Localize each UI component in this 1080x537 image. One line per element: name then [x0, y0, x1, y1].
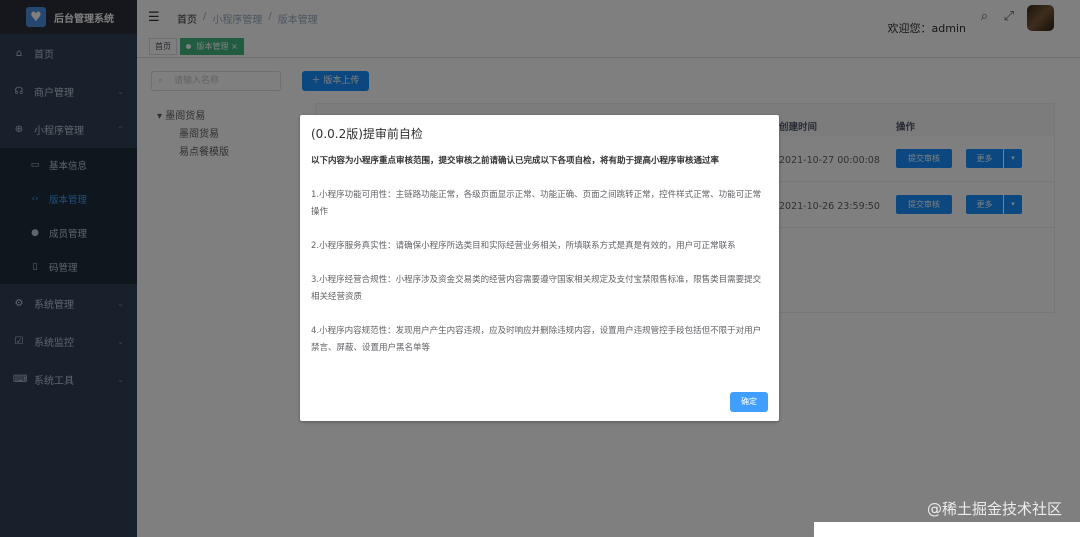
dialog-intro: 以下内容为小程序重点审核范围，提交审核之前请确认已完成以下各项自检，将有助于提高…: [311, 156, 720, 166]
check-item: 2.小程序服务真实性：请确保小程序所选类目和实际经营业务相关，所填联系方式是真是…: [311, 241, 736, 251]
precheck-dialog: (0.0.2版)提审前自检 以下内容为小程序重点审核范围，提交审核之前请确认已完…: [300, 115, 779, 421]
check-item: 1.小程序功能可用性：主链路功能正常，各级页面显示正常、功能正确、页面之间跳转正…: [311, 190, 762, 217]
check-item: 4.小程序内容规范性：发现用户产生内容违规，应及时响应并删除违规内容，设置用户违…: [311, 326, 762, 353]
confirm-button[interactable]: 确定: [730, 392, 768, 412]
page-bottom-strip: [814, 522, 1080, 537]
watermark: @稀土掘金技术社区: [926, 500, 1062, 518]
check-item: 3.小程序经营合规性：小程序涉及资金交易类的经营内容需要遵守国家相关规定及支付宝…: [311, 275, 762, 302]
dialog-body: 以下内容为小程序重点审核范围，提交审核之前请确认已完成以下各项自检，将有助于提高…: [311, 153, 769, 374]
dialog-title: (0.0.2版)提审前自检: [311, 127, 423, 141]
